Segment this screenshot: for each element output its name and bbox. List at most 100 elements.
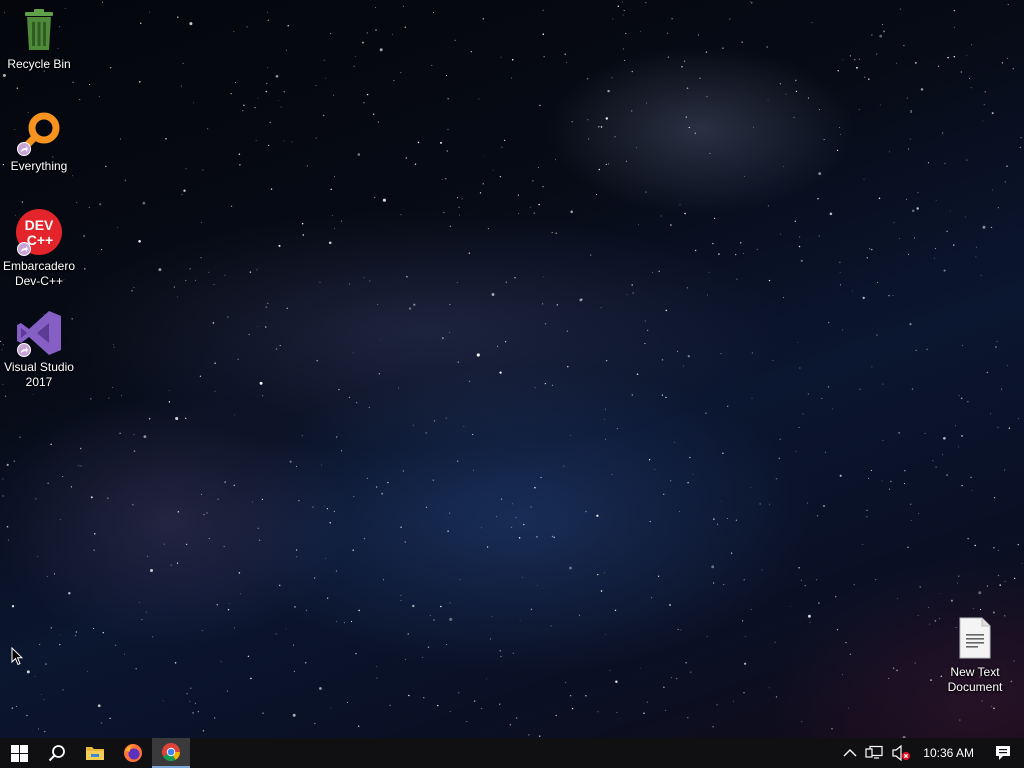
action-center-button[interactable] (982, 738, 1024, 768)
star (950, 599, 953, 602)
start-button[interactable] (0, 738, 38, 768)
star (1008, 427, 1011, 429)
star (849, 55, 852, 57)
star (358, 725, 360, 727)
file-explorer-button[interactable] (76, 738, 114, 768)
desktop-icon-visual-studio[interactable]: Visual Studio 2017 (1, 309, 77, 390)
volume-button[interactable] (887, 738, 915, 768)
star (740, 242, 742, 244)
star (147, 555, 149, 557)
star (301, 222, 304, 225)
star (184, 417, 187, 420)
star (595, 194, 598, 196)
star (750, 487, 752, 489)
star (726, 518, 728, 519)
star (1001, 62, 1004, 64)
firefox-button[interactable] (114, 738, 152, 768)
star (847, 707, 849, 709)
star (821, 397, 823, 400)
star (530, 608, 533, 611)
star (355, 653, 357, 655)
star (616, 711, 618, 714)
star (665, 309, 668, 312)
star (966, 55, 968, 57)
star (551, 231, 553, 234)
star (175, 416, 179, 421)
star (838, 127, 840, 128)
star (413, 303, 416, 306)
star (668, 603, 672, 607)
star (233, 627, 235, 629)
star (687, 355, 690, 358)
star (1004, 469, 1006, 471)
star (257, 527, 259, 529)
desktop-background[interactable]: Recycle Bin Everything DEV C++ Embarcade… (0, 0, 1024, 738)
star (586, 77, 589, 80)
star (615, 680, 618, 683)
star (374, 196, 376, 199)
star (809, 621, 811, 623)
star (756, 248, 758, 250)
star (910, 111, 912, 113)
star (62, 689, 64, 691)
star (605, 408, 606, 410)
desktop-icon-recycle-bin[interactable]: Recycle Bin (1, 6, 77, 72)
star (500, 655, 502, 658)
star (523, 523, 525, 526)
star (817, 198, 819, 200)
star (366, 32, 369, 34)
star (761, 569, 763, 571)
star (258, 539, 261, 542)
star (242, 109, 244, 112)
star (935, 200, 937, 202)
star (43, 699, 45, 701)
star (16, 705, 18, 707)
star (21, 201, 24, 203)
star (84, 268, 86, 270)
star (120, 138, 121, 140)
star (119, 432, 121, 434)
show-hidden-icons-button[interactable] (839, 738, 861, 768)
chrome-button[interactable] (152, 738, 190, 768)
star (961, 344, 963, 346)
star (400, 600, 402, 602)
star (199, 375, 202, 377)
star (319, 281, 321, 283)
star (200, 257, 202, 259)
star (875, 579, 877, 581)
star (338, 388, 340, 391)
desktop-icon-new-text-document[interactable]: New Text Document (937, 614, 1013, 695)
star (839, 284, 841, 286)
star (639, 30, 641, 32)
star (967, 537, 969, 540)
star (246, 26, 248, 28)
star (946, 230, 948, 233)
search-button[interactable] (38, 738, 76, 768)
star (115, 644, 117, 646)
star (363, 277, 365, 279)
star (839, 272, 841, 273)
star (842, 59, 844, 61)
star (208, 271, 210, 273)
star (449, 331, 450, 333)
network-button[interactable] (861, 738, 887, 768)
clock[interactable]: 10:36 AM (915, 738, 982, 768)
star (1012, 68, 1015, 70)
star (158, 268, 162, 272)
star (189, 268, 191, 270)
star (1006, 57, 1009, 59)
star (267, 19, 269, 21)
star (1001, 388, 1003, 390)
shortcut-arrow-icon (17, 142, 31, 156)
star (501, 146, 503, 148)
desktop-icon-everything[interactable]: Everything (1, 108, 77, 174)
star (90, 398, 92, 400)
star (72, 175, 74, 177)
desktop-icon-dev-cpp[interactable]: DEV C++ Embarcadero Dev-C++ (1, 208, 77, 289)
star (259, 381, 263, 385)
star (392, 33, 393, 35)
star (382, 579, 385, 581)
star (511, 526, 513, 528)
star (555, 714, 557, 717)
star (189, 22, 193, 26)
